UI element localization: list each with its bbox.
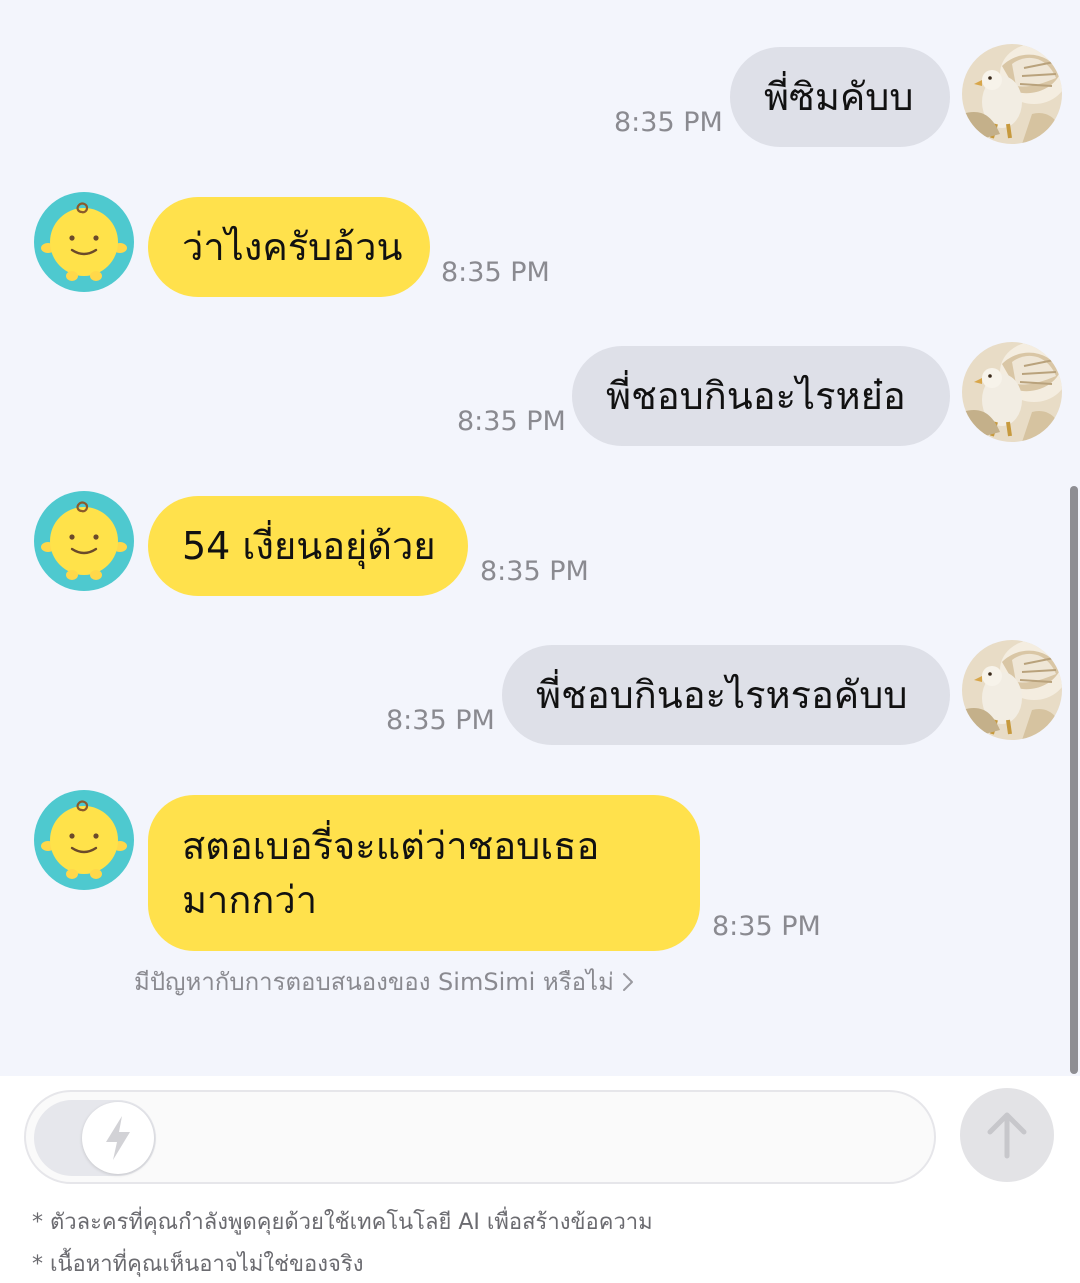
message-time: 8:35 PM xyxy=(712,911,821,942)
report-link-label: มีปัญหากับการตอบสนองของ SimSimi หรือไม่ xyxy=(134,968,614,996)
message-time: 8:35 PM xyxy=(386,705,495,736)
toggle-knob[interactable] xyxy=(82,1102,154,1174)
simsimi-avatar[interactable] xyxy=(34,192,134,292)
send-button[interactable] xyxy=(960,1088,1054,1182)
input-area: * ตัวละครที่คุณกำลังพูดคุยด้วยใช้เทคโนโล… xyxy=(0,1076,1080,1283)
arrow-up-icon xyxy=(987,1112,1027,1159)
message-time: 8:35 PM xyxy=(441,257,550,288)
report-response-link[interactable]: มีปัญหากับการตอบสนองของ SimSimi หรือไม่ xyxy=(134,962,634,1001)
message-time: 8:35 PM xyxy=(614,107,723,138)
chat-area[interactable]: พี่ซิมคับบ 8:35 PM ว่าไงครับอ้วน 8:35 PM… xyxy=(0,0,1080,1076)
simsimi-avatar[interactable] xyxy=(34,491,134,591)
scrollbar[interactable] xyxy=(1070,486,1078,1074)
user-message-bubble[interactable]: พี่ซิมคับบ xyxy=(730,47,950,147)
message-time: 8:35 PM xyxy=(480,556,589,587)
simsimi-avatar-icon xyxy=(34,491,134,591)
bot-message-bubble[interactable]: ว่าไงครับอ้วน xyxy=(148,197,430,297)
simsimi-avatar[interactable] xyxy=(34,790,134,890)
message-time: 8:35 PM xyxy=(457,406,566,437)
bot-message-line: มากกว่า xyxy=(182,878,318,922)
bot-message-bubble[interactable]: 54 เงี่ยนอยุ่ด้วย xyxy=(148,496,468,596)
user-message-bubble[interactable]: พี่ชอบกินอะไรหรอคับบ xyxy=(502,645,950,745)
bot-message-line: สตอเบอรี่จะแต่ว่าชอบเธอ xyxy=(182,824,600,868)
message-input[interactable] xyxy=(24,1090,936,1184)
boost-toggle[interactable] xyxy=(34,1100,156,1176)
eagle-avatar-icon xyxy=(962,44,1062,144)
eagle-avatar-icon xyxy=(962,342,1062,442)
user-avatar[interactable] xyxy=(962,640,1062,740)
content-disclaimer: * เนื้อหาที่คุณเห็นอาจไม่ใช่ของจริง xyxy=(32,1252,364,1277)
simsimi-avatar-icon xyxy=(34,790,134,890)
chevron-right-icon xyxy=(622,968,634,996)
simsimi-avatar-icon xyxy=(34,192,134,292)
user-avatar[interactable] xyxy=(962,342,1062,442)
user-avatar[interactable] xyxy=(962,44,1062,144)
bot-message-bubble[interactable]: สตอเบอรี่จะแต่ว่าชอบเธอ มากกว่า xyxy=(148,795,700,951)
lightning-icon xyxy=(106,1116,130,1160)
eagle-avatar-icon xyxy=(962,640,1062,740)
user-message-bubble[interactable]: พี่ชอบกินอะไรหย๋อ xyxy=(572,346,950,446)
ai-disclaimer: * ตัวละครที่คุณกำลังพูดคุยด้วยใช้เทคโนโล… xyxy=(32,1210,653,1235)
